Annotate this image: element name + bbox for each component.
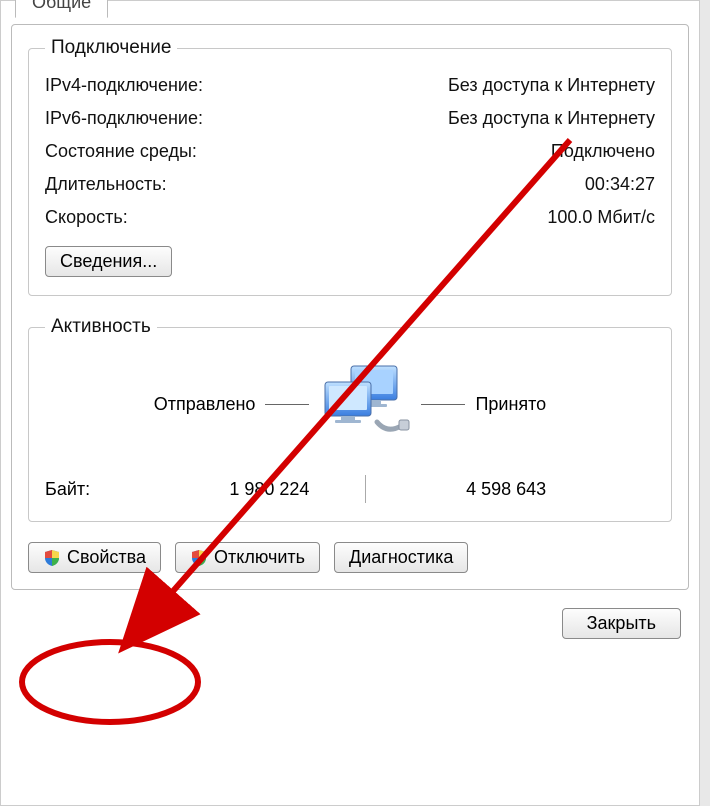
properties-button[interactable]: Свойства — [28, 542, 161, 573]
ipv4-label: IPv4-подключение: — [45, 75, 203, 96]
bytes-sent-value: 1 980 224 — [154, 479, 310, 500]
disable-button[interactable]: Отключить — [175, 542, 320, 573]
connection-group: Подключение IPv4-подключение: Без доступ… — [28, 37, 672, 296]
dash-icon — [421, 404, 465, 405]
bytes-label: Байт: — [45, 479, 146, 500]
connection-legend: Подключение — [45, 37, 177, 59]
details-button[interactable]: Сведения... — [45, 246, 172, 277]
ipv4-value: Без доступа к Интернету — [448, 75, 655, 96]
shield-icon — [43, 549, 61, 567]
speed-value: 100.0 Мбит/с — [547, 207, 655, 228]
speed-label: Скорость: — [45, 207, 128, 228]
activity-legend: Активность — [45, 316, 157, 338]
ipv6-label: IPv6-подключение: — [45, 108, 203, 129]
dash-icon — [265, 404, 309, 405]
activity-group: Активность Отправлено — [28, 316, 672, 522]
media-state-label: Состояние среды: — [45, 141, 197, 162]
media-state-value: Подключено — [551, 141, 655, 162]
diagnose-button[interactable]: Диагностика — [334, 542, 468, 573]
shield-icon — [190, 549, 208, 567]
bytes-received-value: 4 598 643 — [421, 479, 546, 500]
received-label: Принято — [475, 394, 546, 415]
close-button[interactable]: Закрыть — [562, 608, 681, 639]
tab-general[interactable]: Общие — [15, 0, 108, 18]
sent-label: Отправлено — [154, 394, 256, 415]
ipv6-value: Без доступа к Интернету — [448, 108, 655, 129]
duration-value: 00:34:27 — [585, 174, 655, 195]
duration-label: Длительность: — [45, 174, 167, 195]
network-computers-icon — [317, 364, 413, 440]
vertical-divider — [365, 475, 366, 503]
